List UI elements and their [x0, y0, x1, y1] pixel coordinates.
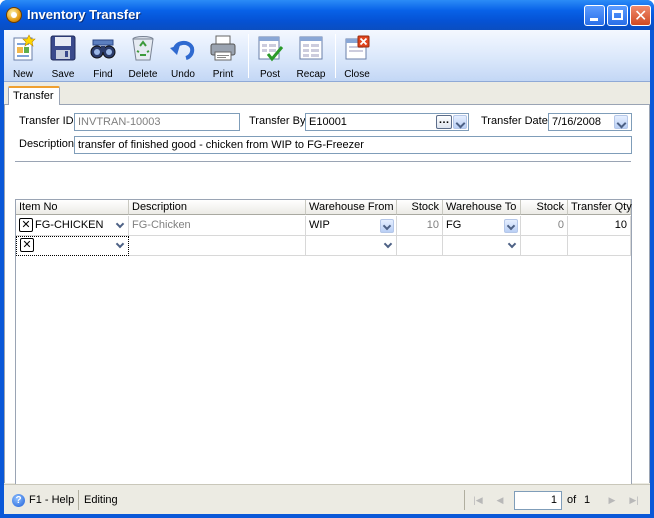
- undo-arrow-icon: [170, 41, 195, 60]
- column-header-warehouse-from[interactable]: Warehouse From: [306, 200, 397, 215]
- cell-warehouse-from[interactable]: [306, 236, 397, 256]
- find-button[interactable]: Find: [84, 32, 122, 80]
- tab-strip: Transfer: [4, 83, 650, 106]
- total-pages: 1: [584, 494, 591, 506]
- cell-stock-from: [397, 236, 443, 256]
- printer-icon: [210, 35, 236, 61]
- transfer-date-field[interactable]: 7/16/2008: [548, 113, 632, 131]
- close-label: Close: [344, 69, 370, 80]
- chevron-down-icon[interactable]: [380, 219, 394, 233]
- item-no-value: FG-CHICKEN: [35, 219, 104, 231]
- recap-label: Recap: [296, 69, 326, 80]
- delete-button[interactable]: Delete: [124, 32, 162, 80]
- transfer-by-lookup-button[interactable]: …: [436, 115, 452, 129]
- cell-description: FG-Chicken: [129, 216, 306, 236]
- recap-button[interactable]: Recap: [292, 32, 330, 80]
- page-number-input[interactable]: 1: [514, 491, 562, 510]
- cell-stock-from: 10: [397, 216, 443, 236]
- minimize-icon: [590, 18, 598, 21]
- post-check-icon: [258, 36, 284, 62]
- minimize-button[interactable]: [584, 5, 605, 26]
- column-header-warehouse-to[interactable]: Warehouse To: [443, 200, 521, 215]
- undo-button[interactable]: Undo: [164, 32, 202, 80]
- cell-transfer-qty[interactable]: [568, 236, 631, 256]
- new-button[interactable]: New: [4, 32, 42, 80]
- transfer-date-dropdown-button[interactable]: [614, 115, 628, 129]
- tab-transfer[interactable]: Transfer: [8, 86, 60, 106]
- status-divider: [78, 490, 79, 510]
- delete-row-icon[interactable]: ✕: [20, 238, 34, 252]
- cell-warehouse-from[interactable]: WIP: [306, 216, 397, 236]
- binoculars-icon: [90, 39, 116, 59]
- divider: [15, 161, 631, 162]
- chevron-down-icon[interactable]: [114, 219, 126, 231]
- maximize-button[interactable]: [607, 5, 628, 26]
- previous-record-button[interactable]: ◀: [494, 494, 506, 506]
- status-text: Editing: [84, 494, 118, 506]
- help-text[interactable]: F1 - Help: [29, 494, 74, 506]
- last-record-button[interactable]: ▶|: [628, 494, 640, 506]
- cell-stock-to: [521, 236, 568, 256]
- print-label: Print: [212, 69, 234, 80]
- first-record-button[interactable]: |◀: [472, 494, 484, 506]
- toolbar: New Save Find Delete Undo Print Post Rec…: [4, 30, 650, 82]
- warehouse-from-value: WIP: [309, 219, 330, 231]
- transfer-panel: Transfer ID INVTRAN-10003 Transfer By E1…: [4, 105, 650, 509]
- column-header-stock-from[interactable]: Stock: [397, 200, 443, 215]
- cell-warehouse-to[interactable]: [443, 236, 521, 256]
- transfer-by-dropdown-button[interactable]: [453, 115, 467, 129]
- transfer-by-field[interactable]: E10001 …: [305, 113, 469, 131]
- status-divider: [464, 490, 465, 510]
- window-title: Inventory Transfer: [27, 7, 141, 22]
- cell-item-no[interactable]: ✕: [16, 236, 129, 256]
- tab-transfer-label: Transfer: [13, 90, 54, 102]
- floppy-icon: [50, 35, 76, 61]
- transfer-id-label: Transfer ID: [19, 115, 74, 127]
- close-button[interactable]: Close: [338, 32, 376, 80]
- transfer-by-label: Transfer By: [249, 115, 306, 127]
- cell-item-no[interactable]: ✕ FG-CHICKEN: [16, 216, 129, 236]
- column-header-transfer-qty[interactable]: Transfer Qty: [568, 200, 632, 215]
- transfer-date-value: 7/16/2008: [552, 116, 601, 128]
- description-label: Description: [19, 138, 75, 150]
- save-button[interactable]: Save: [44, 32, 82, 80]
- cell-description: [129, 236, 306, 256]
- transfer-items-grid[interactable]: Item No Description Warehouse From Stock…: [15, 199, 632, 509]
- chevron-down-icon[interactable]: [114, 239, 126, 251]
- column-header-stock-to[interactable]: Stock: [521, 200, 568, 215]
- help-icon[interactable]: ?: [12, 494, 25, 507]
- transfer-id-field[interactable]: INVTRAN-10003: [74, 113, 240, 131]
- chevron-down-icon[interactable]: [504, 219, 518, 233]
- recap-grid-icon: [299, 36, 323, 60]
- cell-transfer-qty[interactable]: 10: [568, 216, 631, 236]
- print-button[interactable]: Print: [204, 32, 242, 80]
- maximize-icon: [612, 10, 623, 20]
- warehouse-to-value: FG: [446, 219, 462, 231]
- app-icon[interactable]: [6, 7, 22, 23]
- of-label: of: [567, 494, 577, 506]
- transfer-by-value: E10001: [309, 116, 347, 128]
- delete-row-icon[interactable]: ✕: [19, 218, 33, 232]
- close-window-icon: [345, 35, 370, 60]
- close-icon: ✕: [634, 6, 648, 25]
- status-bar: ? F1 - Help Editing |◀ ◀ 1 of 1 ▶ ▶|: [4, 484, 650, 514]
- close-window-button[interactable]: ✕: [630, 5, 651, 26]
- window: Inventory Transfer ✕ New Save Find Delet…: [0, 0, 654, 518]
- next-record-button[interactable]: ▶: [606, 494, 618, 506]
- transfer-date-label: Transfer Date: [481, 115, 548, 127]
- chevron-down-icon[interactable]: [382, 239, 394, 251]
- recycle-bin-icon: [132, 36, 154, 61]
- post-button[interactable]: Post: [251, 32, 289, 80]
- client-area: New Save Find Delete Undo Print Post Rec…: [4, 30, 650, 514]
- new-doc-icon: [13, 34, 36, 61]
- cell-warehouse-to[interactable]: FG: [443, 216, 521, 236]
- column-header-item-no[interactable]: Item No: [16, 200, 129, 215]
- title-bar[interactable]: Inventory Transfer ✕: [0, 0, 654, 30]
- cell-stock-to: 0: [521, 216, 568, 236]
- description-field[interactable]: transfer of finished good - chicken from…: [74, 136, 632, 154]
- column-header-description[interactable]: Description: [129, 200, 306, 215]
- chevron-down-icon[interactable]: [506, 239, 518, 251]
